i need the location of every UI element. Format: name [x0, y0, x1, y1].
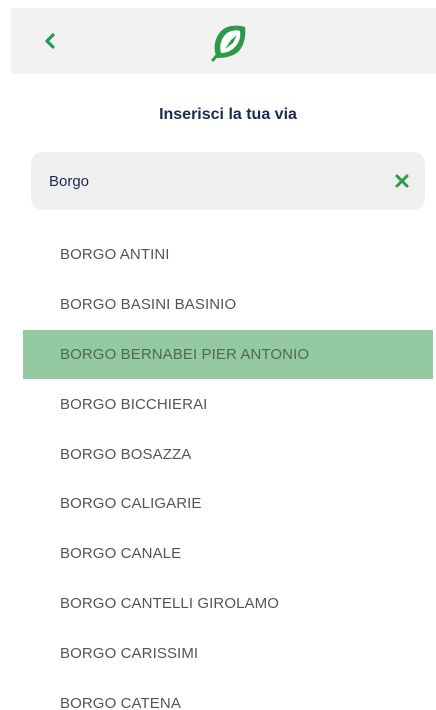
- street-search-box: [31, 152, 425, 210]
- chevron-left-icon: [45, 33, 55, 49]
- street-item-selected[interactable]: BORGO BERNABEI PIER ANTONIO: [23, 329, 433, 380]
- leaf-compass-logo: [211, 25, 246, 62]
- street-item[interactable]: BORGO CALIGARIE: [23, 479, 433, 529]
- street-item[interactable]: BORGO CANTELLI GIROLAMO: [23, 579, 433, 629]
- street-item[interactable]: BORGO BICCHIERAI: [23, 379, 433, 429]
- street-item[interactable]: BORGO BOSAZZA: [23, 429, 433, 479]
- street-item[interactable]: BORGO BASINI BASINIO: [23, 280, 433, 330]
- street-item[interactable]: BORGO CARISSIMI: [23, 628, 433, 678]
- street-search-input[interactable]: [49, 152, 369, 210]
- back-button[interactable]: [37, 28, 63, 54]
- top-bar: [11, 8, 436, 74]
- close-icon[interactable]: [393, 172, 411, 190]
- street-item[interactable]: BORGO ANTINI: [23, 230, 433, 280]
- street-results-list: BORGO ANTINI BORGO BASINI BASINIO BORGO …: [23, 230, 433, 710]
- street-item[interactable]: BORGO CANALE: [23, 529, 433, 579]
- page-title: Inserisci la tua via: [159, 106, 297, 123]
- screen: Inserisci la tua via BORGO ANTINI BORGO …: [0, 0, 436, 710]
- street-item[interactable]: BORGO CATENA: [23, 678, 433, 710]
